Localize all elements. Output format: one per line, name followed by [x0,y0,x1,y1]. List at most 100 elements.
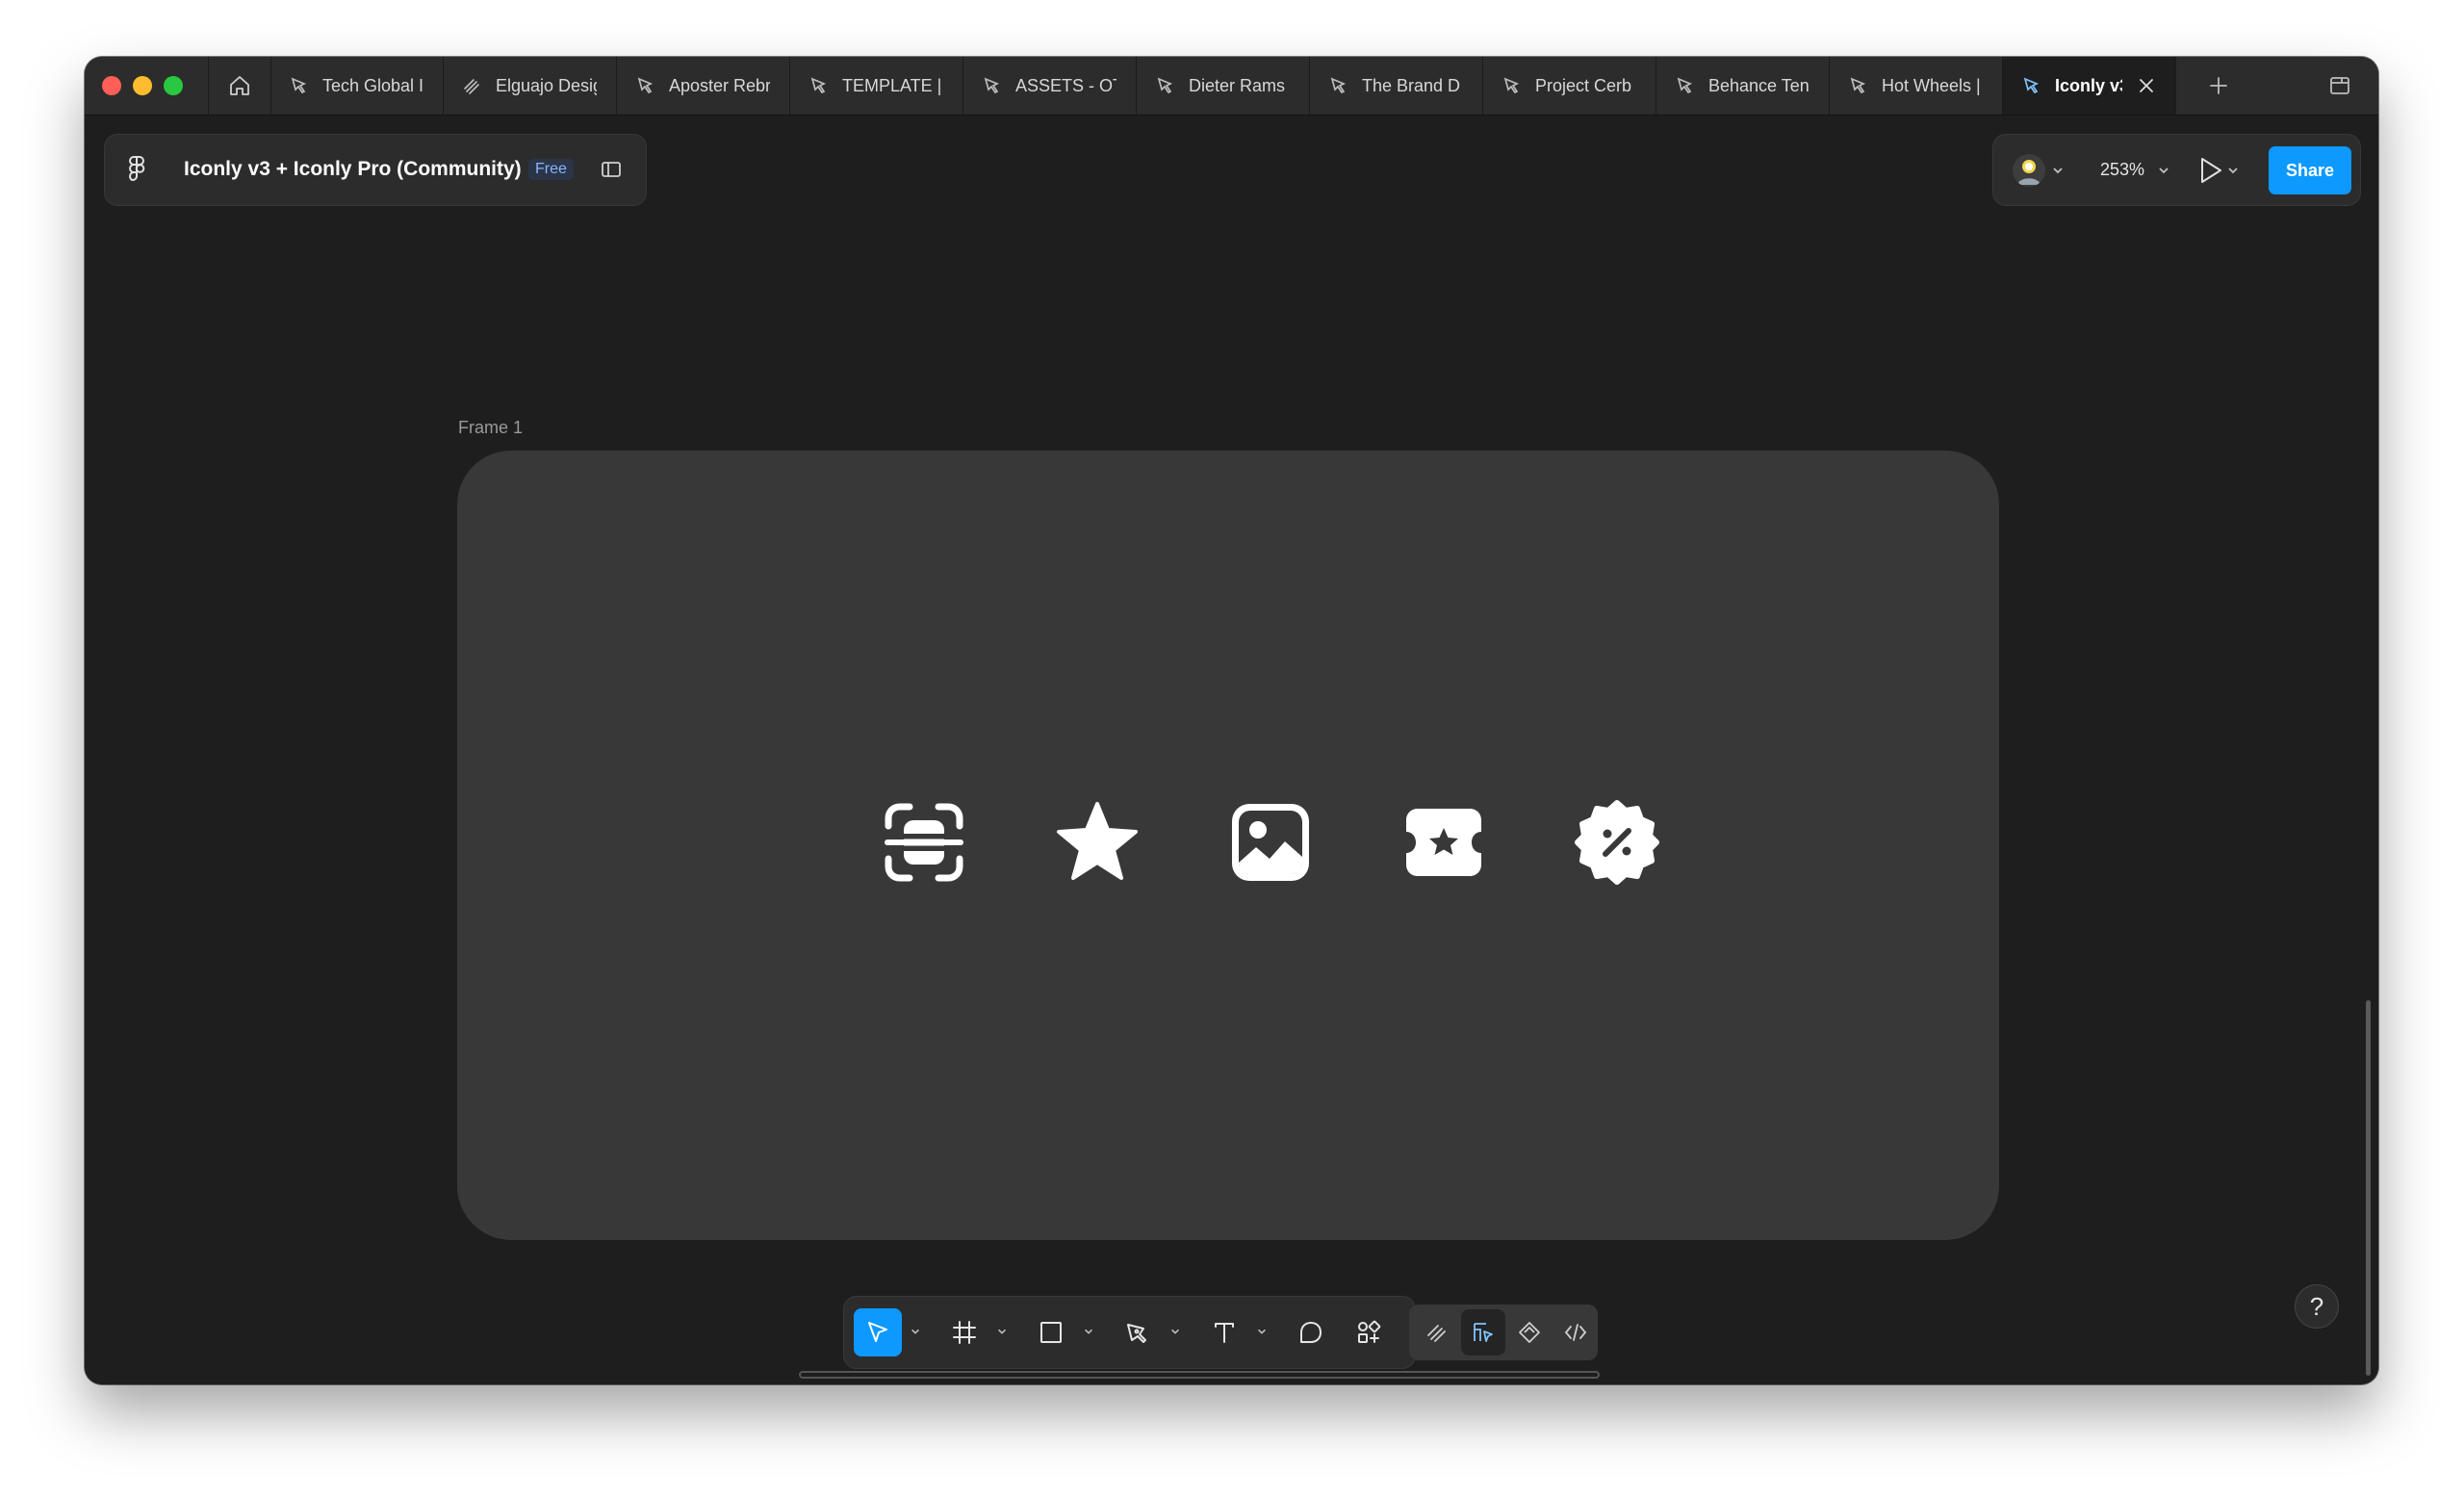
figma-design-icon [2023,77,2040,94]
title-bar: Tech Global I Elguajo Desig Aposter Rebr… [85,57,2378,116]
star-icon[interactable] [1054,799,1141,886]
chevron-down-icon[interactable] [2157,164,2170,177]
tab-label: Hot Wheels | [1882,75,1981,95]
figma-design-icon [1503,77,1520,94]
pen-icon [1127,1324,1146,1343]
chevron-down-icon[interactable] [1083,1326,1094,1337]
draw-mode-button[interactable] [1415,1309,1459,1356]
share-button[interactable]: Share [2269,146,2351,194]
file-header: Iconly v3 + Iconly Pro (Community) Free [104,134,647,206]
image-icon[interactable] [1227,799,1314,886]
pen-tool[interactable] [1114,1308,1162,1356]
avatar[interactable] [2013,154,2045,187]
discount-badge-icon[interactable] [1574,799,1660,886]
tab-label: ASSETS - OT [1015,75,1116,95]
chevron-down-icon[interactable] [1256,1326,1268,1337]
tab-label: Iconly v3 [2055,75,2122,95]
plan-badge: Free [528,159,574,180]
chevron-down-icon[interactable] [996,1326,1008,1337]
tab-label: The Brand D [1362,75,1461,95]
present-play-icon[interactable] [2197,155,2224,186]
ticket-star-icon[interactable] [1400,799,1487,886]
zoom-level[interactable]: 253% [2100,160,2144,180]
close-tab-icon[interactable] [2136,75,2157,96]
tab-label: Dieter Rams [1189,75,1286,95]
help-button[interactable]: ? [2295,1284,2339,1329]
chevron-down-icon[interactable] [1169,1326,1181,1337]
window-icon [2330,77,2349,94]
figma-design-icon [1330,77,1347,94]
draw-icon [1427,1325,1446,1342]
horizontal-scrollbar[interactable] [799,1371,1600,1379]
chevron-down-icon[interactable] [910,1326,921,1337]
figma-design-icon [810,77,827,94]
plus-icon [2210,77,2227,94]
close-window-button[interactable] [102,76,121,95]
move-tool[interactable] [854,1308,902,1356]
design-mode-button[interactable] [1461,1309,1505,1356]
tab-0[interactable]: Tech Global I [270,57,444,115]
code-icon [1564,1324,1587,1341]
tab-label: Aposter Rebr [669,75,770,95]
frame-tool[interactable] [940,1308,988,1356]
home-tab[interactable] [208,57,271,115]
tab-label: Elguajo Desig [496,75,597,95]
mode-switcher [1409,1304,1598,1360]
figma-design-icon [291,77,307,94]
prototype-mode-button[interactable] [1507,1309,1552,1356]
icon-row [457,451,1999,1240]
chevron-down-icon[interactable] [2051,164,2065,177]
bottom-toolbar [843,1296,1598,1369]
tab-9[interactable]: Hot Wheels | [1830,57,2003,115]
chevron-down-icon[interactable] [2226,164,2240,177]
tab-3[interactable]: TEMPLATE | [790,57,963,115]
figma-design-icon [1850,77,1866,94]
actions-icon [1358,1320,1381,1343]
comment-tool[interactable] [1287,1308,1335,1356]
tab-5[interactable]: Dieter Rams [1137,57,1310,115]
tab-6[interactable]: The Brand D [1310,57,1483,115]
tab-strip: Tech Global I Elguajo Desig Aposter Rebr… [270,57,2176,115]
comment-icon [1300,1322,1322,1343]
tab-label: TEMPLATE | [842,75,942,95]
figma-design-icon [637,77,654,94]
maximize-window-button[interactable] [164,76,183,95]
canvas[interactable]: Frame 1 [85,116,2378,1384]
header-right-controls: 253% Share [1992,134,2361,206]
new-tab-button[interactable] [2188,57,2249,115]
user-avatar-icon [2017,160,2040,185]
prototype-icon [1519,1322,1540,1343]
rectangle-tool[interactable] [1027,1308,1075,1356]
minimize-window-button[interactable] [133,76,152,95]
figma-design-icon [984,77,1000,94]
file-title[interactable]: Iconly v3 + Iconly Pro (Community) [184,158,522,181]
tab-2[interactable]: Aposter Rebr [617,57,790,115]
window-layout-button[interactable] [2311,57,2369,115]
frame-label[interactable]: Frame 1 [458,418,523,438]
figma-design-icon [1157,77,1173,94]
actions-tool[interactable] [1345,1308,1393,1356]
tab-1[interactable]: Elguajo Desig [444,57,617,115]
cursor-icon [868,1322,887,1342]
tab-7[interactable]: Project Cerb [1483,57,1656,115]
figjam-icon [464,79,479,94]
sidebar-toggle-icon[interactable] [600,158,623,181]
figma-menu-icon[interactable] [126,156,147,185]
frame-1[interactable] [457,451,1999,1240]
text-tool[interactable] [1200,1308,1248,1356]
vertical-scrollbar[interactable] [2366,1000,2371,1376]
tab-label: Tech Global I [322,75,424,95]
tab-4[interactable]: ASSETS - OT [963,57,1137,115]
rectangle-icon [1040,1322,1062,1343]
figma-design-icon [1677,77,1693,94]
home-icon [230,76,249,95]
tab-10-active[interactable]: Iconly v3 [2003,57,2176,115]
tab-label: Behance Ten [1708,75,1810,95]
tab-label: Project Cerb [1535,75,1632,95]
tab-8[interactable]: Behance Ten [1656,57,1830,115]
app-window: Tech Global I Elguajo Desig Aposter Rebr… [85,57,2378,1384]
scan-icon[interactable] [881,799,967,886]
dev-mode-button[interactable] [1553,1309,1598,1356]
frame-hash-icon [953,1321,976,1344]
traffic-lights [102,76,183,95]
